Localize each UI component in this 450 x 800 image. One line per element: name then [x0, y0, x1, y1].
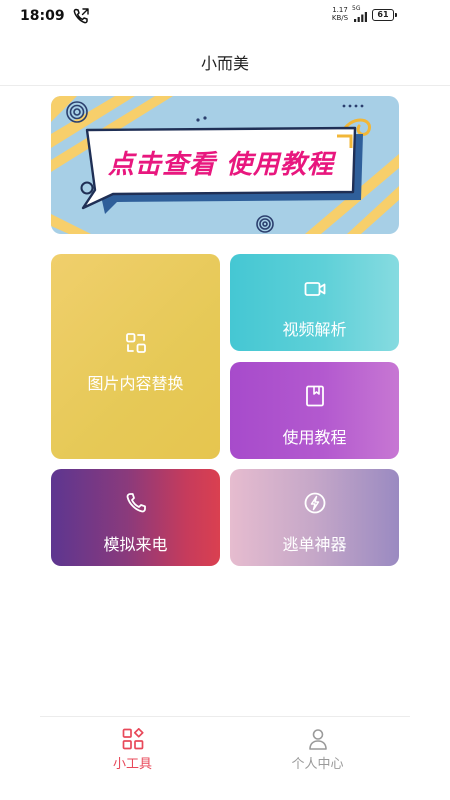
video-camera-icon	[304, 282, 325, 296]
page-title: 小而美	[200, 54, 249, 73]
tool-video-parse-label: 视频解析	[282, 320, 347, 339]
tool-video-parse[interactable]: 视频解析	[230, 254, 399, 351]
network-type: 5G	[352, 5, 361, 12]
nav-profile-label: 个人中心	[291, 757, 344, 772]
app-header: 小而美	[0, 32, 450, 86]
bookmark-icon	[305, 385, 324, 407]
network-speed: 1.17 KB/S	[330, 6, 350, 22]
tool-fake-call[interactable]: 模拟来电	[51, 469, 220, 566]
tool-fake-call-label: 模拟来电	[103, 535, 168, 554]
battery-level: 61	[377, 10, 389, 19]
bottom-nav: 小工具 个人中心	[40, 716, 410, 800]
image-swap-icon	[125, 333, 146, 353]
status-time: 18:09	[20, 8, 65, 24]
nav-profile-tab[interactable]: 个人中心	[225, 717, 410, 787]
tool-image-replace-label: 图片内容替换	[87, 374, 184, 393]
nav-tools-tab[interactable]: 小工具	[40, 717, 225, 787]
person-icon	[308, 729, 327, 750]
nav-tools-label: 小工具	[112, 757, 152, 772]
tools-grid-icon	[122, 728, 144, 750]
lightning-icon	[304, 492, 325, 514]
status-bar: 18:09 1.17 KB/S 5G 61	[0, 0, 450, 32]
tool-image-replace[interactable]: 图片内容替换	[51, 254, 220, 459]
tool-tutorial-label: 使用教程	[282, 428, 347, 447]
signal-icon: 5G	[352, 5, 368, 22]
network-speed-value: 1.17	[332, 6, 348, 14]
tool-tutorial[interactable]: 使用教程	[230, 362, 399, 459]
battery-icon: 61	[372, 9, 397, 21]
call-forward-icon	[73, 8, 89, 24]
banner-text: 点击查看 使用教程	[107, 150, 335, 180]
network-speed-unit: KB/S	[331, 14, 349, 22]
tutorial-banner[interactable]: 点击查看 使用教程	[51, 96, 399, 234]
tool-escape[interactable]: 逃单神器	[230, 469, 399, 566]
tool-escape-label: 逃单神器	[282, 535, 347, 554]
phone-icon	[126, 493, 146, 513]
